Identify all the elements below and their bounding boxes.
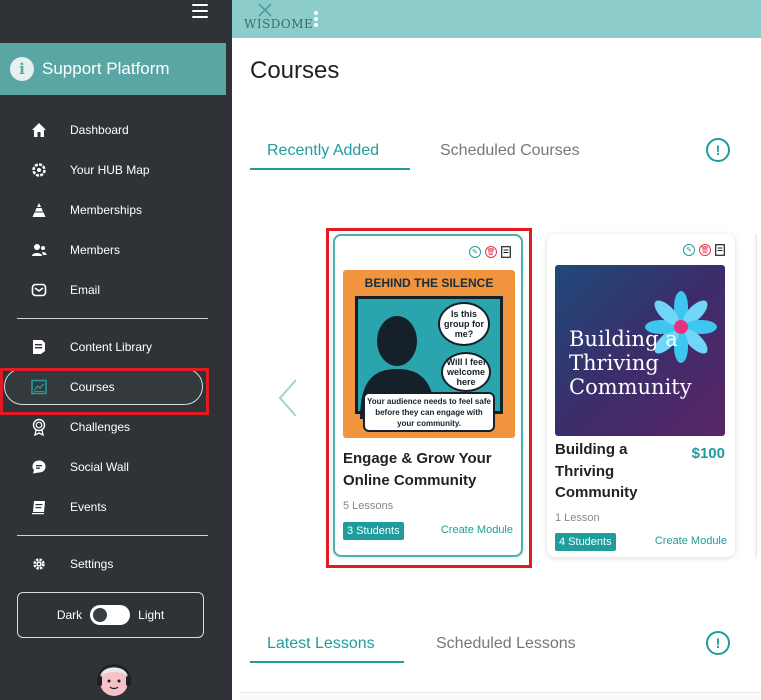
next-card-peek[interactable] bbox=[756, 234, 761, 557]
mail-icon bbox=[30, 281, 48, 299]
sidebar-item-label: Members bbox=[70, 243, 121, 257]
tab-scheduled-lessons[interactable]: Scheduled Lessons bbox=[436, 635, 576, 653]
brand-header: i Support Platform bbox=[0, 43, 226, 95]
sidebar-item-label: Email bbox=[70, 283, 101, 297]
sidebar-item-label: Social Wall bbox=[70, 460, 129, 474]
course-title[interactable]: Building a Thriving Community bbox=[555, 439, 665, 504]
avatar[interactable] bbox=[94, 656, 134, 700]
delete-icon[interactable]: 🗑 bbox=[699, 244, 711, 256]
edit-icon[interactable]: ✎ bbox=[683, 244, 695, 256]
info-icon[interactable]: ! bbox=[706, 138, 730, 162]
sidebar-item-content-library[interactable]: Content Library bbox=[0, 327, 232, 367]
sidebar-item-label: Memberships bbox=[70, 203, 143, 217]
courses-highlight-box bbox=[0, 368, 209, 415]
copy-icon[interactable] bbox=[715, 244, 725, 256]
sidebar-item-label: Dashboard bbox=[70, 123, 129, 137]
sidebar-item-dashboard[interactable]: Dashboard bbox=[0, 110, 232, 150]
sidebar-item-hub-map[interactable]: Your HUB Map bbox=[0, 150, 232, 190]
theme-switcher: Dark Light bbox=[17, 592, 204, 638]
badge-icon bbox=[30, 418, 48, 436]
pyramid-icon bbox=[30, 201, 48, 219]
more-options-icon[interactable] bbox=[314, 11, 318, 29]
lesson-tabs: Latest Lessons Scheduled Lessons ! bbox=[250, 631, 740, 667]
sidebar-item-social-wall[interactable]: Social Wall bbox=[0, 447, 232, 487]
home-icon bbox=[30, 121, 48, 139]
tab-scheduled-courses[interactable]: Scheduled Courses bbox=[440, 142, 580, 160]
menu-icon[interactable] bbox=[192, 4, 208, 18]
create-module-link[interactable]: Create Module bbox=[655, 535, 727, 547]
lesson-count: 1 Lesson bbox=[555, 512, 600, 524]
students-badge: 4 Students bbox=[555, 533, 616, 551]
carousel-prev-arrow[interactable] bbox=[276, 378, 300, 418]
tab-recently-added[interactable]: Recently Added bbox=[267, 142, 379, 160]
lesson-list-top bbox=[240, 692, 761, 700]
theme-dark-label: Dark bbox=[56, 608, 83, 622]
sidebar-item-label: Events bbox=[70, 500, 107, 514]
tab-latest-lessons[interactable]: Latest Lessons bbox=[267, 635, 375, 653]
brand-label: Support Platform bbox=[42, 59, 170, 78]
info-circle-icon: i bbox=[10, 57, 34, 81]
gear-icon bbox=[30, 555, 48, 573]
logo-mark-icon bbox=[258, 3, 272, 17]
wisdome-logo[interactable]: WISDOME bbox=[238, 0, 313, 36]
course-card[interactable]: ✎ 🗑 Building a Thriving Community Buildi… bbox=[547, 234, 735, 557]
theme-toggle[interactable] bbox=[90, 605, 131, 625]
sidebar-item-members[interactable]: Members bbox=[0, 230, 232, 270]
main-content: Courses Recently Added Scheduled Courses… bbox=[232, 38, 761, 700]
sidebar-item-memberships[interactable]: Memberships bbox=[0, 190, 232, 230]
sidebar-item-label: Your HUB Map bbox=[70, 163, 150, 177]
top-bar: WISDOME bbox=[232, 0, 761, 38]
sidebar-item-email[interactable]: Email bbox=[0, 270, 232, 310]
chat-icon bbox=[30, 458, 48, 476]
info-icon[interactable]: ! bbox=[706, 631, 730, 655]
users-icon bbox=[30, 241, 48, 259]
theme-light-label: Light bbox=[138, 608, 165, 622]
nav-divider bbox=[17, 535, 208, 536]
sidebar-item-settings[interactable]: Settings bbox=[0, 544, 232, 584]
card-highlight-box bbox=[326, 228, 532, 568]
course-thumbnail[interactable]: Building a Thriving Community bbox=[555, 265, 725, 436]
gear-icon bbox=[30, 161, 48, 179]
sidebar-item-label: Content Library bbox=[70, 340, 153, 354]
calendar-icon bbox=[30, 498, 48, 516]
course-price: $100 bbox=[691, 445, 725, 462]
nav-divider bbox=[17, 318, 208, 319]
active-tab-underline bbox=[250, 661, 404, 663]
sidebar-item-label: Settings bbox=[70, 557, 114, 571]
sidebar-nav: Dashboard Your HUB Map Memberships Membe… bbox=[0, 110, 232, 584]
active-tab-underline bbox=[250, 168, 410, 170]
course-tabs: Recently Added Scheduled Courses ! bbox=[250, 138, 740, 174]
document-icon bbox=[30, 338, 48, 356]
card-actions: ✎ 🗑 bbox=[683, 244, 725, 256]
logo-text: WISDOME bbox=[244, 17, 314, 31]
poster-text: Building a Thriving Community bbox=[569, 327, 692, 399]
page-title: Courses bbox=[250, 57, 340, 84]
sidebar-item-label: Challenges bbox=[70, 420, 131, 434]
sidebar-item-events[interactable]: Events bbox=[0, 487, 232, 527]
sidebar: i Support Platform Dashboard Your HUB Ma… bbox=[0, 0, 232, 700]
